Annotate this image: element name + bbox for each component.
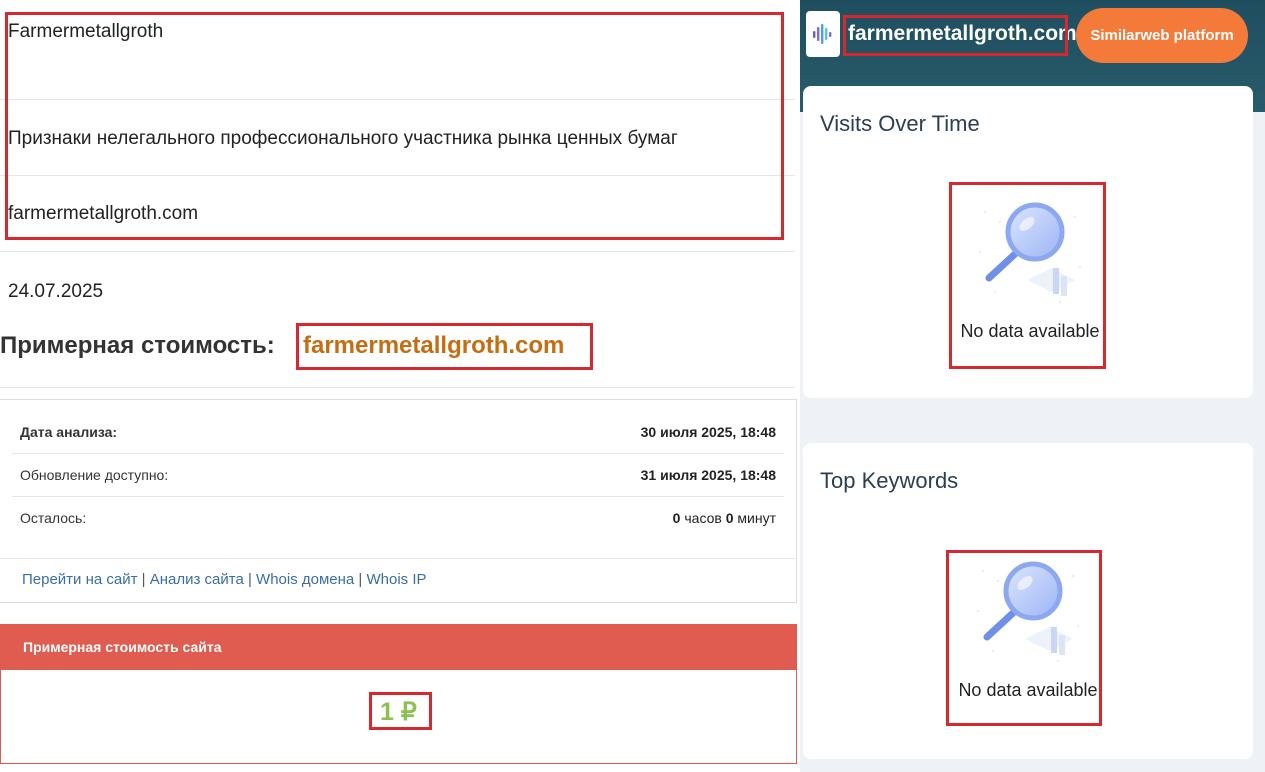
link-separator: | — [137, 571, 150, 588]
right-panel: farmermetallgroth.com Similarweb platfor… — [800, 0, 1265, 772]
analysis-row: Обновление доступно: 31 июля 2025, 18:48 — [12, 454, 784, 497]
link-separator: | — [243, 571, 257, 588]
link-go-to-site[interactable]: Перейти на сайт — [22, 571, 138, 588]
analysis-table: Дата анализа: 30 июля 2025, 18:48 Обновл… — [0, 399, 797, 603]
highlight-box-visits — [949, 182, 1106, 369]
highlight-box-price-domain — [296, 323, 593, 370]
analysis-key: Осталось: — [20, 510, 87, 526]
price-title: Примерная стоимость: — [0, 332, 275, 359]
divider — [0, 558, 795, 559]
analysis-row: Дата анализа: 30 июля 2025, 18:48 — [12, 411, 784, 454]
link-separator: | — [354, 571, 367, 588]
report-date: 24.07.2025 — [8, 281, 104, 302]
visits-title: Visits Over Time — [820, 111, 980, 136]
analysis-key: Дата анализа: — [20, 424, 118, 440]
minutes-label: минут — [737, 510, 776, 526]
highlight-box-keywords — [946, 550, 1102, 726]
minutes-value: 0 — [725, 510, 734, 526]
link-whois-ip[interactable]: Whois IP — [367, 571, 427, 588]
similarweb-platform-button[interactable]: Similarweb platform — [1076, 8, 1248, 63]
highlight-box-estimate — [369, 692, 432, 730]
remaining-time: 0 часов 0 минут — [673, 510, 776, 526]
divider — [0, 387, 795, 388]
waveform-icon — [813, 24, 832, 44]
keywords-title: Top Keywords — [820, 468, 959, 493]
estimate-title: Примерная стоимость сайта — [1, 625, 796, 670]
analysis-key: Обновление доступно: — [20, 467, 169, 483]
hours-value: 0 — [672, 510, 681, 526]
link-whois-domain[interactable]: Whois домена — [256, 571, 354, 588]
analysis-value: 30 июля 2025, 18:48 — [640, 424, 776, 440]
left-panel: Farmermetallgroth Признаки нелегального … — [0, 0, 800, 772]
highlight-box-sw-domain — [843, 15, 1068, 56]
analysis-row: Осталось: 0 часов 0 минут — [12, 497, 784, 540]
analysis-value: 31 июля 2025, 18:48 — [640, 467, 776, 483]
page: Farmermetallgroth Признаки нелегального … — [0, 0, 1265, 772]
similarweb-logo — [806, 11, 840, 57]
site-links: Перейти на сайт | Анализ сайта | Whois д… — [22, 571, 427, 588]
link-site-analysis[interactable]: Анализ сайта — [150, 571, 244, 588]
hours-label: часов — [684, 510, 722, 526]
highlight-box-info — [5, 12, 784, 240]
